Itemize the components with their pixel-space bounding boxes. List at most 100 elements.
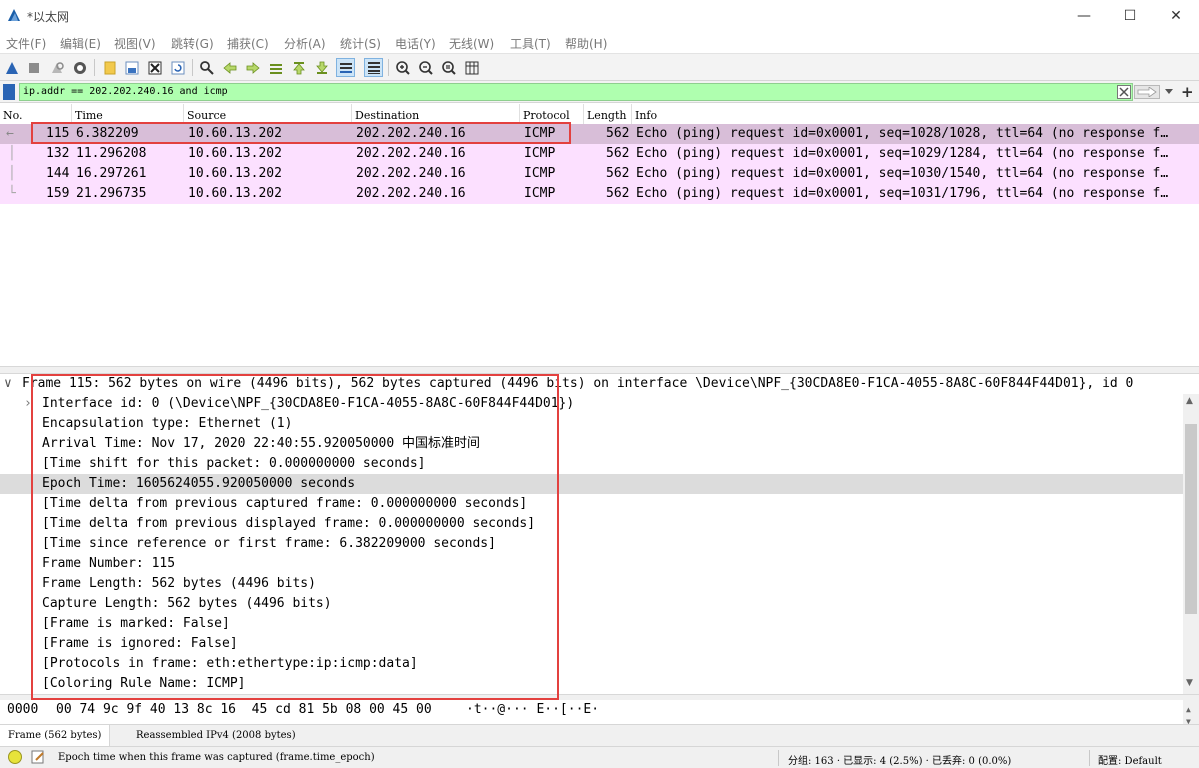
restart-capture-icon[interactable] xyxy=(47,58,66,77)
details-scrollbar[interactable]: ▲ ▼ xyxy=(1183,394,1199,694)
packet-list: No. Time Source Destination Protocol Len… xyxy=(0,104,1199,366)
apply-filter-icon[interactable] xyxy=(1134,85,1160,99)
open-file-icon[interactable] xyxy=(100,58,119,77)
save-file-icon[interactable] xyxy=(122,58,141,77)
tree-item[interactable]: Arrival Time: Nov 17, 2020 22:40:55.9200… xyxy=(0,434,1183,454)
close-file-icon[interactable] xyxy=(145,58,164,77)
col-header-length[interactable]: Length xyxy=(584,104,632,124)
zoom-normal-icon[interactable] xyxy=(439,58,458,77)
tree-item[interactable]: [Frame is marked: False] xyxy=(0,614,1183,634)
tree-item[interactable]: Frame Length: 562 bytes (4496 bits) xyxy=(0,574,1183,594)
tab-frame-bytes[interactable]: Frame (562 bytes) xyxy=(0,725,111,746)
cell-protocol: ICMP xyxy=(524,186,556,201)
cell-info: Echo (ping) request id=0x0001, seq=1030/… xyxy=(636,166,1169,181)
display-filter-input[interactable]: ip.addr == 202.202.240.16 and icmp xyxy=(19,83,1133,101)
tree-item-selected[interactable]: Epoch Time: 1605624055.920050000 seconds xyxy=(0,474,1183,494)
cell-source: 10.60.13.202 xyxy=(188,146,282,161)
start-capture-icon[interactable] xyxy=(2,58,21,77)
tree-item-frame[interactable]: ∨ Frame 115: 562 bytes on wire (4496 bit… xyxy=(0,374,1183,394)
scrollbar-thumb[interactable] xyxy=(1185,424,1197,614)
col-header-source[interactable]: Source xyxy=(184,104,352,124)
go-first-icon[interactable] xyxy=(289,58,308,77)
col-header-destination[interactable]: Destination xyxy=(352,104,520,124)
bookmark-icon[interactable] xyxy=(3,84,15,100)
table-row[interactable]: │ 132 11.296208 10.60.13.202 202.202.240… xyxy=(0,144,1199,164)
profile-label[interactable]: 配置: Default xyxy=(1098,752,1162,767)
cell-no: 159 xyxy=(46,186,70,201)
menu-edit[interactable]: 编辑(E) xyxy=(60,35,101,52)
toolbar-separator xyxy=(94,59,95,76)
colorize-icon[interactable] xyxy=(364,58,383,77)
menu-capture[interactable]: 捕获(C) xyxy=(227,35,269,52)
table-row[interactable]: │ 144 16.297261 10.60.13.202 202.202.240… xyxy=(0,164,1199,184)
col-header-protocol[interactable]: Protocol xyxy=(520,104,584,124)
menu-view[interactable]: 视图(V) xyxy=(114,35,156,52)
related-packet-marker-icon: ← xyxy=(6,126,14,141)
tree-item[interactable]: [Protocols in frame: eth:ethertype:ip:ic… xyxy=(0,654,1183,674)
cell-length: 562 xyxy=(606,126,630,141)
tab-reassembled-ipv4[interactable]: Reassembled IPv4 (2008 bytes) xyxy=(128,725,304,746)
scroll-up-icon[interactable]: ▲ xyxy=(1186,396,1193,406)
window-title: *以太网 xyxy=(27,10,70,24)
go-forward-icon[interactable] xyxy=(243,58,262,77)
capture-options-icon[interactable] xyxy=(70,58,89,77)
zoom-in-icon[interactable] xyxy=(393,58,412,77)
cell-length: 562 xyxy=(606,166,630,181)
find-packet-icon[interactable] xyxy=(197,58,216,77)
tree-item[interactable]: [Time delta from previous captured frame… xyxy=(0,494,1183,514)
go-last-icon[interactable] xyxy=(312,58,331,77)
tree-item[interactable]: [Coloring Rule Name: ICMP] xyxy=(0,674,1183,694)
go-back-icon[interactable] xyxy=(220,58,239,77)
scroll-down-icon[interactable]: ▼ xyxy=(1186,678,1193,688)
expert-info-icon[interactable] xyxy=(8,750,22,764)
collapse-chevron-icon[interactable]: ∨ xyxy=(4,374,12,394)
tree-item[interactable]: › Interface id: 0 (\Device\NPF_{30CDA8E0… xyxy=(0,394,1183,414)
menu-statistics[interactable]: 统计(S) xyxy=(340,35,381,52)
frame-summary: Frame 115: 562 bytes on wire (4496 bits)… xyxy=(22,376,1134,391)
expand-chevron-icon[interactable]: › xyxy=(24,394,32,414)
go-to-packet-icon[interactable] xyxy=(266,58,285,77)
table-row[interactable]: └ 159 21.296735 10.60.13.202 202.202.240… xyxy=(0,184,1199,204)
cell-time: 11.296208 xyxy=(76,146,147,161)
table-row[interactable]: ← 115 6.382209 10.60.13.202 202.202.240.… xyxy=(0,124,1199,144)
zoom-out-icon[interactable] xyxy=(416,58,435,77)
col-header-info[interactable]: Info xyxy=(632,104,1199,124)
stop-capture-icon[interactable] xyxy=(24,58,43,77)
menu-telephony[interactable]: 电话(Y) xyxy=(395,35,436,52)
tree-item[interactable]: Encapsulation type: Ethernet (1) xyxy=(0,414,1183,434)
clear-filter-icon[interactable] xyxy=(1117,85,1131,99)
col-header-time[interactable]: Time xyxy=(72,104,184,124)
bytes-ascii[interactable]: ·t··@··· E··[··E· xyxy=(466,700,599,720)
col-header-no[interactable]: No. xyxy=(0,104,72,124)
menu-wireless[interactable]: 无线(W) xyxy=(449,35,494,52)
resize-columns-icon[interactable] xyxy=(462,58,481,77)
tree-item[interactable]: Frame Number: 115 xyxy=(0,554,1183,574)
tree-item[interactable]: [Time since reference or first frame: 6.… xyxy=(0,534,1183,554)
menu-help[interactable]: 帮助(H) xyxy=(565,35,607,52)
menu-analyze[interactable]: 分析(A) xyxy=(284,35,326,52)
menu-tools[interactable]: 工具(T) xyxy=(510,35,551,52)
minimize-button[interactable]: — xyxy=(1061,0,1107,31)
detail-line: [Frame is marked: False] xyxy=(42,616,230,631)
cell-info: Echo (ping) request id=0x0001, seq=1031/… xyxy=(636,186,1169,201)
detail-line: [Time since reference or first frame: 6.… xyxy=(42,536,496,551)
menu-go[interactable]: 跳转(G) xyxy=(171,35,214,52)
edit-comment-icon[interactable] xyxy=(30,749,46,768)
tree-item[interactable]: [Time delta from previous displayed fram… xyxy=(0,514,1183,534)
bytes-scrollbar[interactable]: ▲ ▼ xyxy=(1183,700,1199,726)
menu-file[interactable]: 文件(F) xyxy=(6,35,46,52)
reload-file-icon[interactable] xyxy=(168,58,187,77)
tree-item[interactable]: [Frame is ignored: False] xyxy=(0,634,1183,654)
add-filter-button-icon[interactable]: + xyxy=(1181,83,1194,101)
tree-item[interactable]: [Time shift for this packet: 0.000000000… xyxy=(0,454,1183,474)
auto-scroll-icon[interactable] xyxy=(336,58,355,77)
cell-time: 6.382209 xyxy=(76,126,139,141)
pane-splitter[interactable] xyxy=(0,366,1199,374)
maximize-button[interactable]: ☐ xyxy=(1107,0,1153,31)
bytes-hex[interactable]: 00 74 9c 9f 40 13 8c 16 45 cd 81 5b 08 0… xyxy=(56,700,432,720)
related-packet-line-end: └ xyxy=(8,186,16,201)
tree-item[interactable]: Capture Length: 562 bytes (4496 bits) xyxy=(0,594,1183,614)
cell-destination: 202.202.240.16 xyxy=(356,166,466,181)
close-button[interactable]: ✕ xyxy=(1153,0,1199,31)
filter-history-chevron-icon[interactable] xyxy=(1162,85,1176,99)
